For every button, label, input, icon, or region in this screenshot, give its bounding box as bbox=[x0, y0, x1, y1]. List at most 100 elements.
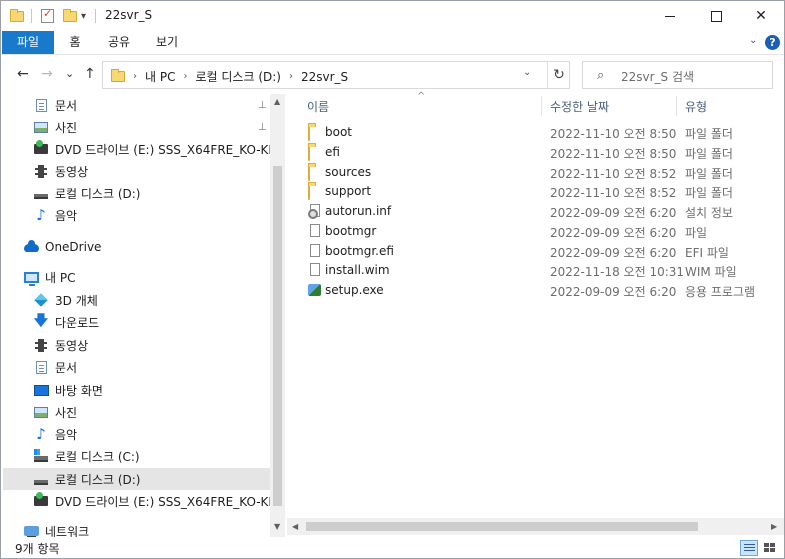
recent-locations-button[interactable]: ⌄ bbox=[65, 67, 74, 80]
folder-icon bbox=[308, 165, 310, 181]
tab-home[interactable]: 홈 bbox=[61, 31, 89, 54]
nav-item-label: 네트워크 bbox=[45, 524, 90, 538]
nav-item-network[interactable]: 네트워크 bbox=[3, 520, 270, 537]
pin-icon[interactable]: ⊥ bbox=[258, 100, 267, 111]
file-type: WIM 파일 bbox=[685, 265, 737, 279]
nav-item-documents[interactable]: 문서 ⊥ bbox=[3, 94, 270, 116]
3d-objects-icon bbox=[33, 293, 49, 307]
window-title: 22svr_S bbox=[105, 8, 153, 22]
quick-access-dropdown[interactable]: ▾ bbox=[81, 8, 86, 24]
file-row[interactable]: efi 2022-11-10 오전 8:50 파일 폴더 bbox=[303, 142, 783, 162]
file-name: setup.exe bbox=[325, 283, 384, 297]
address-dropdown-icon[interactable]: ⌄ bbox=[523, 67, 531, 78]
explorer-window: ▾ 22svr_S ✕ 파일 홈 공유 보기 ⌄ ? ← → ⌄ ↑ › 내 P… bbox=[0, 0, 785, 559]
file-name: efi bbox=[325, 145, 340, 159]
file-row[interactable]: bootmgr 2022-09-09 오전 6:20 파일 bbox=[303, 221, 783, 241]
nav-item-dvd-drive[interactable]: DVD 드라이브 (E:) SSS_X64FRE_KO-KR_DV bbox=[3, 138, 270, 160]
close-button[interactable]: ✕ bbox=[738, 1, 784, 31]
nav-item-3d-objects[interactable]: 3D 개체 bbox=[3, 289, 270, 311]
dvd-drive-icon bbox=[33, 492, 49, 508]
column-header-type[interactable]: 유형 bbox=[685, 98, 707, 115]
back-button[interactable]: ← bbox=[17, 66, 29, 82]
horizontal-scroll-thumb[interactable] bbox=[306, 522, 698, 531]
nav-item-local-disk-c[interactable]: 로컬 디스크 (C:) bbox=[3, 445, 270, 467]
file-date: 2022-11-10 오전 8:50 bbox=[550, 127, 677, 141]
column-divider[interactable] bbox=[676, 96, 677, 116]
status-bar: 9개 항목 bbox=[1, 537, 784, 558]
nav-item-pictures-pc[interactable]: 사진 bbox=[3, 401, 270, 423]
properties-icon[interactable] bbox=[41, 7, 54, 24]
nav-item-music[interactable]: ♪ 음악 bbox=[3, 204, 270, 226]
breadcrumb-separator[interactable]: › bbox=[133, 71, 137, 82]
file-horizontal-scrollbar[interactable]: ◀ ▶ bbox=[287, 518, 784, 535]
ribbon-expand-icon[interactable]: ⌄ bbox=[749, 35, 757, 46]
breadcrumb-separator[interactable]: › bbox=[289, 71, 293, 82]
details-view-button[interactable] bbox=[740, 540, 758, 556]
file-name: sources bbox=[325, 165, 372, 179]
nav-item-videos-pc[interactable]: 동영상 bbox=[3, 334, 270, 356]
breadcrumb-this-pc[interactable]: 내 PC bbox=[145, 68, 175, 85]
file-date: 2022-09-09 오전 6:20 bbox=[550, 206, 677, 220]
nav-item-documents-pc[interactable]: 문서 bbox=[3, 356, 270, 378]
scroll-left-arrow[interactable]: ◀ bbox=[292, 522, 298, 531]
file-icon bbox=[310, 263, 320, 276]
downloads-icon: 🡇 bbox=[33, 313, 49, 329]
item-count: 9개 항목 bbox=[15, 542, 60, 556]
breadcrumb-local-disk-d[interactable]: 로컬 디스크 (D:) bbox=[195, 68, 280, 85]
nav-item-desktop[interactable]: 바탕 화면 bbox=[3, 379, 270, 401]
nav-item-label: 로컬 디스크 (C:) bbox=[55, 449, 140, 464]
tab-view[interactable]: 보기 bbox=[149, 31, 185, 54]
nav-scroll-thumb[interactable] bbox=[273, 166, 282, 506]
tab-file[interactable]: 파일 bbox=[2, 31, 54, 54]
nav-item-videos[interactable]: 동영상 bbox=[3, 160, 270, 182]
column-divider[interactable] bbox=[541, 96, 542, 116]
nav-item-label: 음악 bbox=[55, 427, 78, 442]
file-date: 2022-11-18 오전 10:31 bbox=[550, 265, 685, 279]
nav-item-pictures[interactable]: 사진 ⊥ bbox=[3, 116, 270, 138]
up-button[interactable]: ↑ bbox=[84, 66, 96, 82]
file-row[interactable]: sources 2022-11-10 오전 8:52 파일 폴더 bbox=[303, 162, 783, 182]
scroll-right-arrow[interactable]: ▶ bbox=[771, 522, 777, 531]
drive-icon bbox=[33, 186, 49, 200]
file-row[interactable]: support 2022-11-10 오전 8:52 파일 폴더 bbox=[303, 181, 783, 201]
nav-item-local-disk-d-selected[interactable]: 로컬 디스크 (D:) bbox=[3, 468, 270, 490]
nav-item-local-disk-d[interactable]: 로컬 디스크 (D:) bbox=[3, 182, 270, 204]
nav-item-label: 문서 bbox=[55, 360, 78, 375]
column-header-name[interactable]: 이름 bbox=[307, 98, 329, 115]
file-row[interactable]: setup.exe 2022-09-09 오전 6:20 응용 프로그램 bbox=[303, 280, 783, 300]
nav-item-dvd-drive-pc[interactable]: DVD 드라이브 (E:) SSS_X64FRE_KO-KR_DV bbox=[3, 490, 270, 512]
maximize-button[interactable] bbox=[693, 1, 739, 31]
breadcrumb-separator[interactable]: › bbox=[183, 71, 187, 82]
breadcrumb-current-folder[interactable]: 22svr_S bbox=[301, 70, 348, 84]
address-bar[interactable]: › 내 PC › 로컬 디스크 (D:) › 22svr_S ⌄ ↻ bbox=[102, 61, 570, 89]
help-icon[interactable]: ? bbox=[765, 35, 780, 50]
file-row[interactable]: bootmgr.efi 2022-09-09 오전 6:20 EFI 파일 bbox=[303, 241, 783, 261]
nav-item-onedrive[interactable]: OneDrive bbox=[3, 236, 270, 258]
setup-exe-icon bbox=[308, 284, 321, 296]
column-header-date[interactable]: 수정한 날짜 bbox=[550, 98, 609, 115]
refresh-button[interactable]: ↻ bbox=[547, 62, 570, 88]
forward-button[interactable]: → bbox=[41, 66, 53, 82]
location-folder-icon bbox=[111, 69, 125, 82]
minimize-button[interactable] bbox=[647, 1, 693, 31]
breadcrumb: › 내 PC › 로컬 디스크 (D:) › 22svr_S bbox=[111, 68, 348, 85]
new-folder-icon[interactable] bbox=[63, 8, 77, 24]
scroll-up-arrow[interactable]: ▲ bbox=[274, 97, 280, 106]
nav-item-downloads[interactable]: 🡇 다운로드 bbox=[3, 311, 270, 333]
nav-item-this-pc[interactable]: 내 PC bbox=[3, 266, 270, 288]
file-row[interactable]: install.wim 2022-11-18 오전 10:31 WIM 파일 bbox=[303, 260, 783, 280]
nav-item-label: 3D 개체 bbox=[55, 293, 98, 308]
tab-share[interactable]: 공유 bbox=[101, 31, 137, 54]
search-input[interactable]: ⌕ 22svr_S 검색 bbox=[582, 61, 773, 89]
file-row[interactable]: autorun.inf 2022-09-09 오전 6:20 설치 정보 bbox=[303, 201, 783, 221]
nav-vertical-scrollbar[interactable]: ▲ ▼ bbox=[270, 94, 285, 537]
pin-icon[interactable]: ⊥ bbox=[258, 122, 267, 133]
large-icons-view-icon bbox=[764, 543, 769, 547]
nav-item-music-pc[interactable]: ♪ 음악 bbox=[3, 423, 270, 445]
scroll-down-arrow[interactable]: ▼ bbox=[274, 522, 280, 531]
column-label: 유형 bbox=[685, 100, 708, 114]
search-placeholder: 22svr_S 검색 bbox=[621, 70, 695, 84]
large-icons-view-button[interactable] bbox=[761, 540, 779, 556]
file-type: EFI 파일 bbox=[685, 246, 729, 260]
file-row[interactable]: boot 2022-11-10 오전 8:50 파일 폴더 bbox=[303, 122, 783, 142]
